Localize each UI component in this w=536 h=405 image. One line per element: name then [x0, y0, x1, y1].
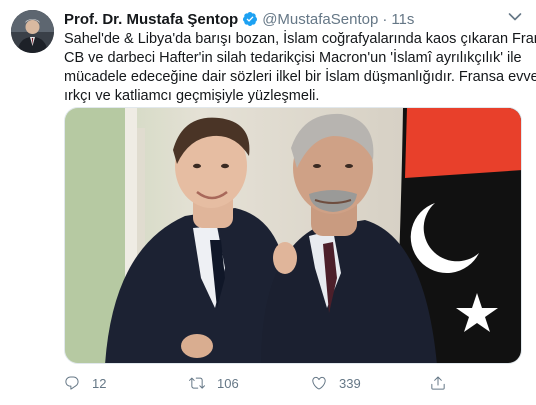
tweet[interactable]: Prof. Dr. Mustafa Şentop @MustafaSentop … — [0, 0, 536, 405]
tweet-actions: 12 106 339 — [64, 373, 526, 393]
avatar-image — [11, 10, 54, 53]
tweet-text: Sahel'de & Libya'da barışı bozan, İslam … — [64, 30, 536, 106]
tweet-photo[interactable] — [64, 107, 522, 364]
handle[interactable]: @MustafaSentop — [262, 11, 378, 28]
separator-dot: · — [382, 10, 388, 28]
reply-icon — [65, 376, 79, 390]
photo-image — [65, 108, 521, 363]
timestamp[interactable]: 11s — [391, 11, 414, 28]
retweet-icon — [189, 377, 205, 389]
like-count: 339 — [339, 375, 361, 391]
tweet-text-line: Sahel'de & Libya'da barışı bozan, İslam … — [64, 31, 536, 47]
tweet-header: Prof. Dr. Mustafa Şentop @MustafaSentop … — [64, 9, 414, 29]
share-icon — [431, 376, 445, 390]
share-button[interactable] — [430, 373, 446, 393]
tweet-text-line: mücadele edeceğine dair sözleri ilkel bi… — [64, 69, 536, 85]
chevron-down-icon[interactable] — [508, 12, 522, 22]
tweet-text-line: CB ve darbeci Hafter'in silah tedarikçis… — [64, 50, 522, 66]
heart-icon — [312, 376, 326, 390]
reply-count: 12 — [92, 375, 107, 391]
like-button[interactable]: 339 — [311, 373, 361, 393]
display-name[interactable]: Prof. Dr. Mustafa Şentop — [64, 11, 238, 28]
hand — [181, 334, 213, 358]
tweet-text-line: ırkçı ve katliamcı geçmişiyle yüzleşmeli… — [64, 88, 320, 104]
retweet-button[interactable]: 106 — [189, 373, 239, 393]
reply-button[interactable]: 12 — [64, 373, 106, 393]
verified-badge-icon — [243, 12, 258, 26]
retweet-count: 106 — [217, 375, 239, 391]
avatar[interactable] — [11, 10, 54, 53]
hand — [273, 242, 297, 274]
